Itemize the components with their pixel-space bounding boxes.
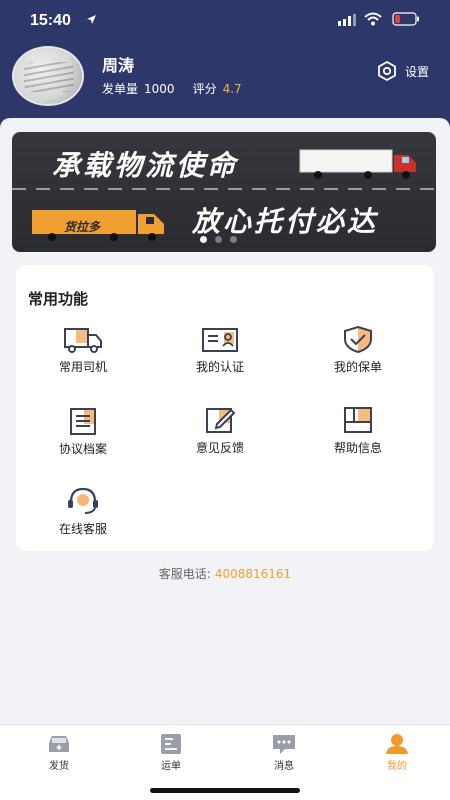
document-list-icon [70, 408, 96, 435]
tab-ship[interactable]: 发货 [29, 733, 89, 772]
func-common-drivers[interactable]: 常用司机 [23, 326, 143, 386]
func-my-certification[interactable]: 我的认证 [160, 326, 280, 386]
white-truck-icon [299, 149, 416, 179]
status-time: 15:40 [30, 12, 71, 29]
tab-waybill[interactable]: 运单 [141, 733, 201, 772]
truck-brand-text: 货拉多 [64, 220, 101, 234]
functions-title: 常用功能 [28, 290, 89, 308]
func-online-service[interactable]: 在线客服 [23, 486, 143, 546]
id-card-icon [202, 328, 238, 352]
pagination-dot[interactable] [230, 236, 237, 243]
func-label: 在线客服 [58, 522, 107, 536]
tab-label: 运单 [161, 761, 181, 772]
tab-messages[interactable]: 消息 [254, 733, 314, 772]
customer-hotline: 客服电话: 4008816161 [0, 565, 450, 582]
gear-icon [378, 60, 396, 82]
func-my-policy[interactable]: 我的保单 [298, 324, 418, 384]
func-label: 我的保单 [333, 360, 382, 374]
avatar[interactable] [12, 46, 84, 106]
waybill-icon [161, 734, 181, 754]
tab-label: 我的 [387, 761, 407, 772]
orders-value: 1000 [144, 81, 175, 96]
func-feedback[interactable]: 意见反馈 [160, 405, 280, 465]
truck-icon [64, 328, 102, 353]
hotline-phone-link[interactable]: 4008816161 [215, 567, 291, 581]
signal-icon [338, 14, 356, 26]
location-arrow-icon [87, 15, 96, 24]
edit-icon [206, 408, 236, 433]
wifi-icon [364, 12, 382, 26]
banner-subheadline: 放心托付必达 [192, 205, 379, 238]
tab-mine[interactable]: 我的 [367, 733, 427, 772]
tab-label: 发货 [49, 761, 69, 772]
func-help-info[interactable]: 帮助信息 [298, 405, 418, 465]
rating-value: 4.7 [222, 81, 242, 96]
road-line [12, 188, 436, 190]
func-label: 意见反馈 [195, 441, 244, 455]
banner-pagination [200, 236, 245, 243]
func-agreement-archive[interactable]: 协议档案 [23, 406, 143, 466]
message-icon [273, 735, 295, 754]
promo-banner[interactable]: 承载物流使命 货拉多 放心托付必达 [12, 132, 436, 252]
shield-check-icon [344, 325, 372, 354]
orders-label: 发单量 [102, 82, 139, 96]
username: 周涛 [102, 56, 135, 75]
status-bar: 15:40 [0, 0, 450, 44]
settings-button[interactable]: 设置 [376, 60, 429, 82]
pagination-dot[interactable] [215, 236, 222, 243]
tab-label: 消息 [274, 761, 294, 772]
user-icon [386, 734, 408, 754]
func-label: 协议档案 [58, 442, 107, 456]
func-label: 帮助信息 [333, 441, 382, 455]
banner-headline: 承载物流使命 [52, 149, 239, 182]
home-indicator [150, 788, 300, 793]
settings-label: 设置 [405, 64, 430, 79]
hotline-label: 客服电话: [158, 567, 211, 581]
rating-label: 评分 [192, 82, 217, 96]
battery-icon [392, 12, 419, 26]
car-icon [49, 736, 69, 752]
pagination-dot-active[interactable] [200, 236, 207, 243]
profile-stats: 发单量 1000 评分 4.7 [102, 80, 242, 97]
headset-icon [68, 487, 98, 514]
func-label: 常用司机 [58, 360, 107, 374]
func-label: 我的认证 [195, 360, 244, 374]
help-book-icon [344, 407, 372, 433]
